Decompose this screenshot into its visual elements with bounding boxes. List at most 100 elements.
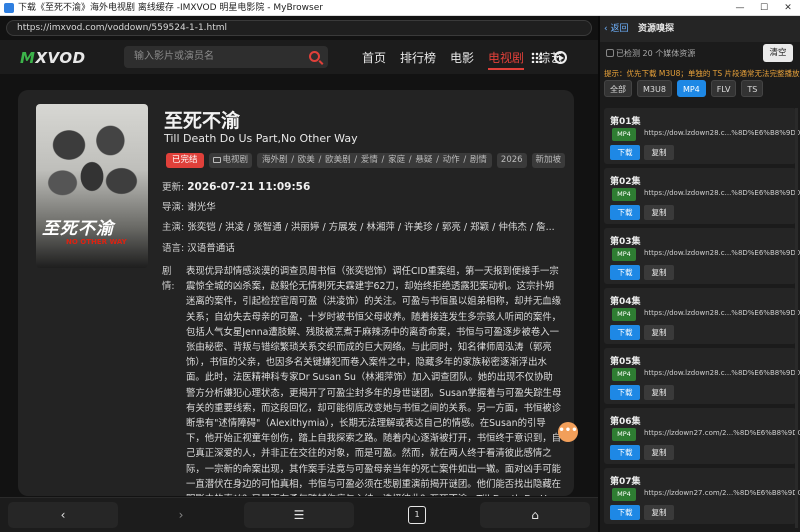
menu-button[interactable]: ☰: [244, 502, 354, 528]
episode-name: 第03集: [610, 237, 641, 247]
grid-menu-icon[interactable]: [531, 52, 542, 63]
region-tag[interactable]: 新加坡: [531, 153, 566, 168]
year-tag[interactable]: 2026: [496, 153, 527, 168]
resource-sniffer-panel: ‹ 返回 资源嗅探 已检测 20 个媒体资源 清空 提示：优先下载 M3U8；单…: [600, 16, 800, 532]
resource-url[interactable]: https://dow.lzdown28.c...%8D%E6%B8%9D02.…: [644, 189, 800, 197]
copy-button[interactable]: 复制: [644, 385, 674, 400]
maximize-button[interactable]: ☐: [752, 0, 776, 16]
updated-label: 更新:: [162, 182, 185, 193]
status-text: 已检测 20 个媒体资源: [616, 49, 696, 58]
copy-button[interactable]: 复制: [644, 145, 674, 160]
forward-button[interactable]: ›: [126, 502, 236, 528]
copy-button[interactable]: 复制: [644, 205, 674, 220]
filter-button[interactable]: MP4: [676, 80, 706, 97]
language-value: 汉语普通话: [187, 243, 235, 254]
download-button[interactable]: 下载: [610, 445, 640, 460]
episode-name: 第04集: [610, 297, 641, 307]
tv-icon: [212, 157, 221, 163]
download-button[interactable]: 下载: [610, 325, 640, 340]
download-button[interactable]: 下载: [610, 505, 640, 520]
logo-m: M: [20, 49, 36, 67]
resource-url[interactable]: https://lzdown27.com/2...%8D%E6%B8%9D07.…: [644, 489, 800, 497]
search-icon[interactable]: [309, 51, 320, 62]
updated-value: 2026-07-21 11:09:56: [187, 181, 311, 193]
resource-url[interactable]: https://dow.lzdown28.c...%8D%E6%B8%9D05.…: [644, 369, 800, 377]
plot-label: 剧情:: [162, 266, 175, 293]
poster-art: [46, 118, 138, 208]
window-title-bar: 下载《至死不渝》海外电视剧 离线缓存 -IMXVOD 明星电影院 - MyBro…: [0, 0, 800, 16]
panel-title: 资源嗅探: [638, 24, 675, 34]
checkbox-icon[interactable]: [606, 49, 614, 57]
poster-image[interactable]: 至死不渝 NO OTHER WAY: [36, 104, 148, 268]
app-icon: [4, 3, 14, 13]
nav-item[interactable]: 首页: [362, 49, 386, 70]
download-button[interactable]: 下载: [610, 265, 640, 280]
tab-count-button[interactable]: 1: [408, 506, 426, 524]
episode-name: 第05集: [610, 357, 641, 367]
list-item: 第02集 MP4 https://dow.lzdown28.c...%8D%E6%B…: [604, 168, 800, 224]
poster-title: 至死不渝: [42, 219, 114, 239]
type-tag[interactable]: 电视剧: [208, 153, 253, 168]
director-row: 导演: 谢光华: [162, 199, 216, 213]
minimize-button[interactable]: —: [728, 0, 752, 16]
resource-url[interactable]: https://dow.lzdown28.c...%8D%E6%B8%9D01.…: [644, 129, 800, 137]
format-badge: MP4: [612, 128, 636, 141]
panel-scrollbar[interactable]: [795, 108, 798, 528]
copy-button[interactable]: 复制: [644, 445, 674, 460]
panel-back-button[interactable]: ‹ 返回: [604, 16, 628, 42]
download-button[interactable]: 下载: [610, 145, 640, 160]
list-item: 第03集 MP4 https://dow.lzdown28.c...%8D%E6%B…: [604, 228, 800, 284]
site-logo[interactable]: MXVOD: [20, 49, 86, 67]
cast-value[interactable]: 张奕铠 / 洪凌 / 张智通 / 洪丽婷 / 方展发 / 林湘萍 / 许美珍 /…: [187, 222, 554, 233]
home-button[interactable]: ⌂: [480, 502, 590, 528]
filter-button[interactable]: M3U8: [637, 80, 672, 97]
download-button[interactable]: 下载: [610, 385, 640, 400]
page-title: 至死不渝: [164, 110, 241, 132]
resource-url[interactable]: https://lzdown27.com/2...%8D%E6%B8%9D06.…: [644, 429, 800, 437]
episode-name: 第06集: [610, 417, 641, 427]
episode-name: 第02集: [610, 177, 641, 187]
filter-button[interactable]: 全部: [604, 80, 632, 97]
list-item: 第07集 MP4 https://lzdown27.com/2...%8D%E6%B…: [604, 468, 800, 524]
copy-button[interactable]: 复制: [644, 325, 674, 340]
plot-section: 剧情: 表现优异却情感淡漠的调查员周书恒（张奕铠饰）调任CID重案组，第一天报到…: [162, 264, 562, 496]
nav-item[interactable]: 排行榜: [400, 49, 436, 70]
clear-button[interactable]: 清空: [763, 44, 793, 62]
poster-subtitle: NO OTHER WAY: [66, 238, 127, 246]
type-label: 电视剧: [222, 155, 249, 165]
url-bar[interactable]: https://imxvod.com/voddown/559524-1-1.ht…: [6, 20, 592, 36]
plot-content: 表现优异却情感淡漠的调查员周书恒（张奕铠饰）调任CID重案组，第一天报到便接手一…: [186, 266, 562, 496]
copy-button[interactable]: 复制: [644, 505, 674, 520]
copy-button[interactable]: 复制: [644, 265, 674, 280]
filter-button[interactable]: TS: [741, 80, 764, 97]
episode-list: 第01集 MP4 https://dow.lzdown28.c...%8D%E6%B…: [604, 108, 800, 528]
list-item: 第05集 MP4 https://dow.lzdown28.c...%8D%E6%B…: [604, 348, 800, 404]
nav-item[interactable]: 电影: [450, 49, 474, 70]
format-badge: MP4: [612, 248, 636, 261]
episode-name: 第01集: [610, 117, 641, 127]
language-label: 语言:: [162, 243, 185, 254]
genre-tag[interactable]: 海外剧 / 欧美 / 欧美剧 / 爱情 / 家庭 / 悬疑 / 动作 / 剧情: [257, 153, 492, 168]
status-badge: 已完结: [166, 153, 204, 168]
search-input[interactable]: 输入影片或演员名: [124, 46, 328, 68]
close-button[interactable]: ✕: [776, 0, 800, 16]
filter-button[interactable]: FLV: [710, 80, 737, 97]
download-button[interactable]: 下载: [610, 205, 640, 220]
language-row: 语言: 汉语普通话: [162, 240, 235, 254]
director-value[interactable]: 谢光华: [187, 202, 216, 213]
detected-count: 已检测 20 个媒体资源: [606, 48, 695, 59]
search-placeholder: 输入影片或演员名: [134, 51, 214, 62]
resource-url[interactable]: https://dow.lzdown28.c...%8D%E6%B8%9D04.…: [644, 309, 800, 317]
format-badge: MP4: [612, 428, 636, 441]
more-actions-button[interactable]: •••: [558, 422, 578, 442]
detail-card: 至死不渝 NO OTHER WAY 至死不渝 Till Death Do Us …: [18, 90, 574, 496]
format-badge: MP4: [612, 308, 636, 321]
hint-text: 提示：优先下载 M3U8；单独的 TS 片段通常无法完整播放: [604, 69, 800, 78]
back-button[interactable]: ‹: [8, 502, 118, 528]
site-header: MXVOD 输入影片或演员名 首页 排行榜 电影 电视剧 综艺: [0, 40, 598, 74]
format-badge: MP4: [612, 488, 636, 501]
play-history-icon[interactable]: [554, 51, 567, 64]
resource-url[interactable]: https://dow.lzdown28.c...%8D%E6%B8%9D03.…: [644, 249, 800, 257]
nav-item[interactable]: 电视剧: [488, 49, 525, 70]
plot-text: 表现优异却情感淡漠的调查员周书恒（张奕铠饰）调任CID重案组，第一天报到便接手一…: [186, 264, 562, 496]
